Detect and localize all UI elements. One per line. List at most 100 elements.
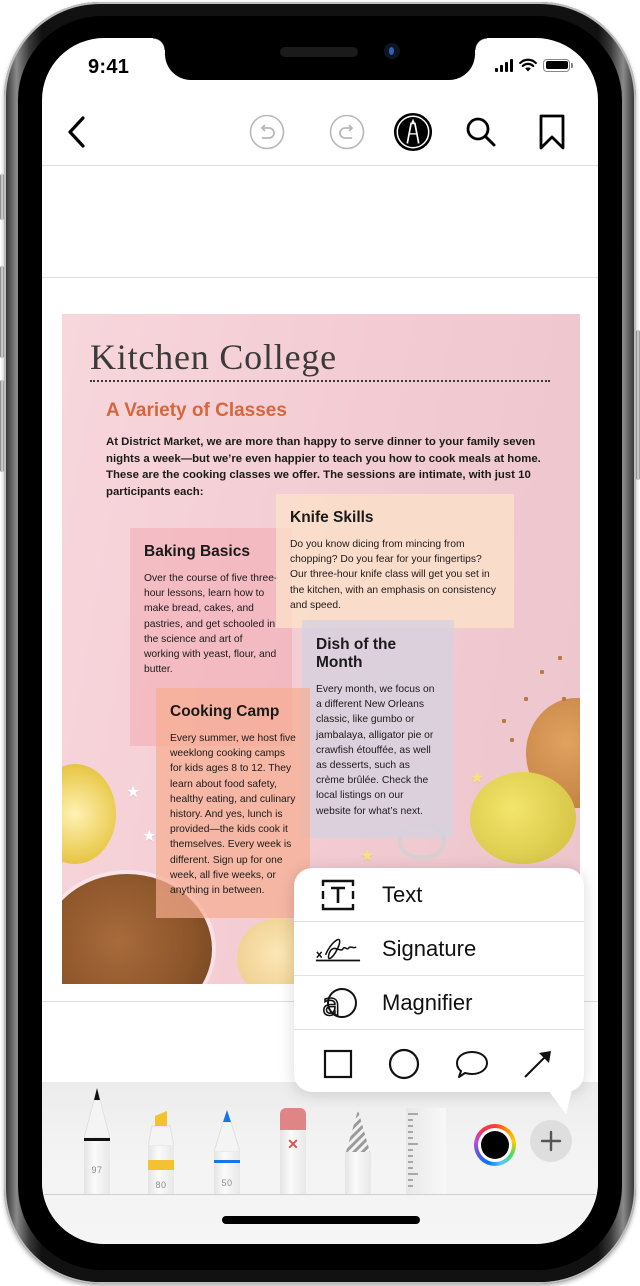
pen-tip-icon xyxy=(84,1088,110,1138)
plus-icon xyxy=(540,1130,562,1152)
highlighter-tool[interactable]: 80 xyxy=(148,1110,174,1194)
popover-item-label: Text xyxy=(382,881,423,907)
square-icon xyxy=(323,1049,353,1079)
star-sprinkle-icon: ★ xyxy=(470,770,485,787)
wifi-icon xyxy=(519,58,537,72)
search-icon xyxy=(466,117,496,147)
battery-icon xyxy=(543,58,573,72)
side-button xyxy=(636,330,640,480)
lasso-tool[interactable] xyxy=(345,1108,371,1194)
text-box-icon xyxy=(314,875,362,915)
navbar-divider xyxy=(42,165,598,166)
class-card-dish-of-the-month: Dish of the Month Every month, we focus … xyxy=(302,620,454,838)
shape-square-button[interactable] xyxy=(316,1042,360,1086)
class-card-knife-skills: Knife Skills Do you know dicing from min… xyxy=(276,494,514,628)
magnifier-icon: a xyxy=(314,983,362,1023)
mute-switch xyxy=(0,174,4,220)
shape-speech-bubble-button[interactable] xyxy=(450,1042,494,1086)
popover-item-signature[interactable]: Signature xyxy=(294,922,584,975)
popover-divider xyxy=(294,1029,584,1030)
screen: 9:41 ★ ★ ★ ★ Kitchen College A Variety o… xyxy=(42,38,598,1244)
popover-item-magnifier[interactable]: a Magnifier xyxy=(294,976,584,1029)
pencil-color-band xyxy=(214,1160,240,1163)
class-title: Dish of the Month xyxy=(316,636,397,671)
document-subtitle: A Variety of Classes xyxy=(106,400,287,421)
class-title: Cooking Camp xyxy=(170,703,280,720)
macaron-yellow-image xyxy=(470,772,576,864)
pen-opacity-label: 97 xyxy=(91,1165,103,1175)
crumb-decoration xyxy=(510,738,514,742)
notch xyxy=(153,38,487,80)
title-dotted-rule xyxy=(90,380,550,382)
status-time: 9:41 xyxy=(88,56,130,78)
pencil-tool[interactable]: 50 xyxy=(214,1108,240,1194)
home-indicator[interactable] xyxy=(222,1216,420,1224)
redo-button[interactable] xyxy=(327,112,367,152)
speech-bubble-icon xyxy=(456,1051,488,1078)
status-icons xyxy=(495,58,573,72)
pen-color-band xyxy=(84,1138,110,1141)
cellular-signal-icon xyxy=(495,58,513,72)
document-title: Kitchen College xyxy=(90,337,337,377)
volume-down-button xyxy=(0,380,4,472)
highlighter-color-band xyxy=(148,1160,174,1170)
undo-button[interactable] xyxy=(247,112,287,152)
annotation-popover: Text Signature a Magnifier xyxy=(294,868,584,1114)
intro-paragraph: At District Market, we are more than hap… xyxy=(106,436,541,498)
add-annotation-button[interactable] xyxy=(530,1120,572,1162)
signature-icon xyxy=(314,929,362,969)
eraser-x-icon: ✕ xyxy=(287,1136,299,1152)
pencil-tip-icon xyxy=(214,1110,240,1152)
volume-up-button xyxy=(0,266,4,358)
star-sprinkle-icon: ★ xyxy=(360,848,375,865)
class-card-cooking-camp: Cooking Camp Every summer, we host five … xyxy=(156,688,310,918)
popover-item-label: Magnifier xyxy=(382,989,473,1015)
highlighter-tip-icon xyxy=(148,1111,174,1146)
shape-circle-button[interactable] xyxy=(382,1042,426,1086)
redo-icon xyxy=(329,114,365,150)
color-picker-button[interactable] xyxy=(474,1124,516,1166)
markup-pen-icon xyxy=(393,112,433,152)
highlighter-opacity-label: 80 xyxy=(155,1180,167,1190)
class-description: Every summer, we host five weeklong cook… xyxy=(170,733,296,897)
popover-item-text[interactable]: Text xyxy=(294,868,584,921)
pen-tool[interactable]: 97 xyxy=(84,1086,110,1194)
pencil-opacity-label: 50 xyxy=(221,1178,233,1188)
selected-color-swatch xyxy=(481,1131,509,1159)
toolbar-divider xyxy=(42,1194,598,1195)
chevron-left-icon xyxy=(68,116,85,148)
eraser-head xyxy=(280,1108,306,1130)
shape-arrow-button[interactable] xyxy=(516,1042,560,1086)
class-description: Do you know dicing from mincing from cho… xyxy=(290,539,497,611)
star-sprinkle-icon: ★ xyxy=(142,828,157,845)
ruler-tool[interactable] xyxy=(406,1108,446,1194)
navigation-bar xyxy=(42,100,598,165)
class-description: Over the course of five three-hour lesso… xyxy=(144,573,278,676)
bookmark-button[interactable] xyxy=(532,112,572,152)
back-button[interactable] xyxy=(56,112,96,152)
crumb-decoration xyxy=(558,656,562,660)
lasso-tip-icon xyxy=(346,1110,370,1152)
crumb-decoration xyxy=(562,697,566,701)
arrow-icon xyxy=(524,1051,551,1078)
eraser-tool[interactable]: ✕ xyxy=(280,1108,306,1194)
star-sprinkle-icon: ★ xyxy=(126,784,141,801)
front-camera xyxy=(384,43,400,59)
markup-button[interactable] xyxy=(393,112,433,152)
crumb-decoration xyxy=(540,670,544,674)
crumb-decoration xyxy=(524,697,528,701)
class-title: Knife Skills xyxy=(290,509,374,526)
undo-icon xyxy=(249,114,285,150)
class-title: Baking Basics xyxy=(144,543,250,560)
crumb-decoration xyxy=(502,719,506,723)
search-button[interactable] xyxy=(461,112,501,152)
class-description: Every month, we focus on a different New… xyxy=(316,684,435,817)
ruler-ticks-icon xyxy=(408,1113,418,1187)
circle-icon xyxy=(388,1048,420,1080)
svg-text:a: a xyxy=(322,988,340,1021)
page-divider-top xyxy=(42,277,598,278)
popover-item-label: Signature xyxy=(382,935,477,961)
bookmark-icon xyxy=(539,114,565,150)
sprinkles-bowl-image xyxy=(62,764,116,864)
earpiece-speaker xyxy=(280,47,358,57)
